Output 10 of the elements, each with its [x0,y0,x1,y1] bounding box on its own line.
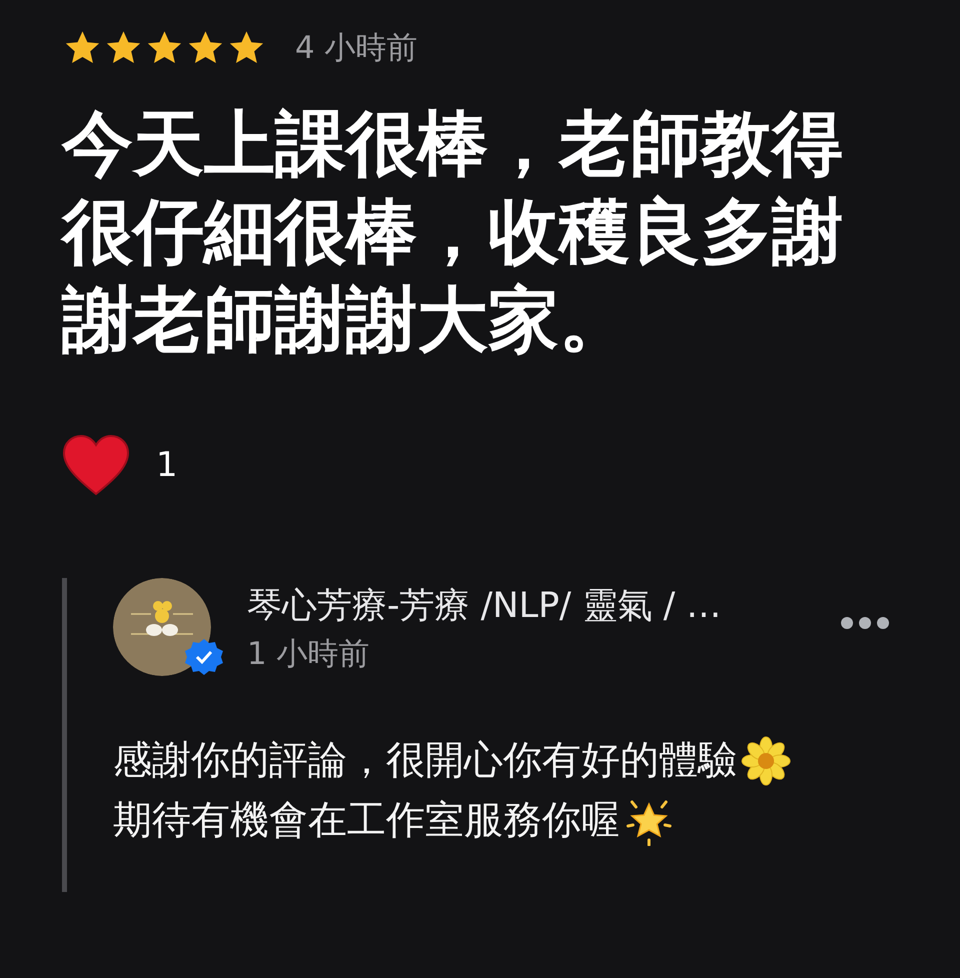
reply-text: 期待有機會在工作室服務你喔 [113,797,620,845]
author-name[interactable]: 琴心芳療-芳療 /NLP/ 靈氣 / … [247,582,722,629]
heart-icon[interactable] [62,434,130,496]
reply-time: 1 小時前 [247,635,371,674]
flower-icon [741,736,791,786]
review-text: 今天上課很棒，老師教得很仔細很棒，收穫良多謝謝老師謝謝大家。 [62,101,843,363]
more-icon[interactable] [840,616,890,630]
reply-text: 感謝你的評論，很開心你有好的體驗 [113,737,737,785]
reaction-count: 1 [156,445,178,485]
review-time: 4 小時前 [295,29,418,68]
